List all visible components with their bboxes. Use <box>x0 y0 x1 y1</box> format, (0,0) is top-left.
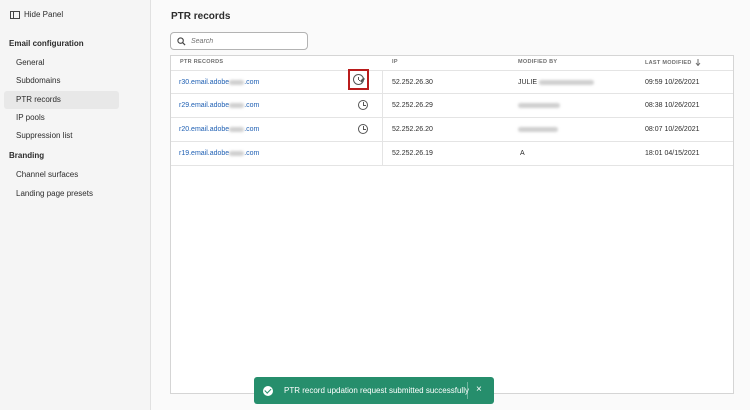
hide-panel-label: Hide Panel <box>24 10 64 19</box>
redacted-text <box>518 126 558 132</box>
modified-by-value: A <box>520 150 525 157</box>
sidebar-item-channel-surfaces[interactable]: Channel surfaces <box>4 166 119 184</box>
search-input[interactable] <box>191 37 301 45</box>
table-row[interactable]: r19.email.adobe .com 52.252.26.19 A 18:01… <box>171 142 733 166</box>
sort-arrow-icon <box>695 59 701 66</box>
sidebar-item-landing-page-presets[interactable]: Landing page presets <box>4 185 119 203</box>
clock-icon[interactable] <box>358 124 368 134</box>
column-header-last-modified[interactable]: LAST MODIFIED <box>645 59 701 66</box>
sidebar-item-ptr-records[interactable]: PTR records <box>4 91 119 109</box>
ptr-records-table: PTR RECORDS IP MODIFIED BY LAST MODIFIED… <box>170 55 734 394</box>
last-modified-value: 18:01 04/15/2021 <box>645 150 700 157</box>
sidebar-item-suppression-list[interactable]: Suppression list <box>4 127 119 145</box>
redacted-text <box>229 150 245 156</box>
redacted-text <box>229 126 245 132</box>
column-header-ip[interactable]: IP <box>392 59 398 65</box>
toast-message: PTR record updation request submitted su… <box>284 386 469 395</box>
last-modified-value: 08:38 10/26/2021 <box>645 102 700 109</box>
search-icon <box>177 36 186 46</box>
ip-value: 52.252.26.19 <box>392 150 433 157</box>
ptr-record-link[interactable]: r20.email.adobe .com <box>179 118 259 142</box>
sidebar-item-general[interactable]: General <box>4 54 119 72</box>
modified-by-value <box>518 118 558 142</box>
last-modified-value: 08:07 10/26/2021 <box>645 126 700 133</box>
ptr-record-link[interactable]: r19.email.adobe .com <box>179 142 259 166</box>
redacted-text <box>229 79 245 85</box>
panel-icon <box>10 10 20 19</box>
column-header-modified-by[interactable]: MODIFIED BY <box>518 59 557 65</box>
ptr-record-link[interactable]: r30.email.adobe .com <box>179 71 259 95</box>
left-sidebar: Hide Panel Email configuration General S… <box>0 0 151 410</box>
sidebar-item-subdomains[interactable]: Subdomains <box>4 72 119 90</box>
modified-by-value <box>518 94 560 118</box>
table-row[interactable]: r20.email.adobe .com 52.252.26.20 08:07 1… <box>171 118 733 142</box>
section-email-configuration: Email configuration <box>9 39 84 48</box>
page-title: PTR records <box>171 11 231 22</box>
redacted-text <box>518 102 560 108</box>
check-circle-icon <box>263 385 273 396</box>
section-branding: Branding <box>9 151 45 160</box>
column-header-ptr-records[interactable]: PTR RECORDS <box>180 59 223 65</box>
main-content: PTR records PTR RECORDS IP MODIFIED BY L… <box>151 0 750 410</box>
ip-value: 52.252.26.29 <box>392 102 433 109</box>
clock-icon[interactable] <box>358 100 368 110</box>
success-toast: PTR record updation request submitted su… <box>254 377 494 404</box>
ptr-record-link[interactable]: r29.email.adobe .com <box>179 94 259 118</box>
table-row[interactable]: r29.email.adobe .com 52.252.26.29 08:38 1… <box>171 94 733 118</box>
last-modified-value: 09:59 10/26/2021 <box>645 79 700 86</box>
close-icon[interactable]: × <box>476 384 482 396</box>
redacted-text <box>539 79 595 85</box>
table-row[interactable]: r30.email.adobe .com 52.252.26.30 JULIE 0… <box>171 70 733 94</box>
ip-value: 52.252.26.30 <box>392 79 433 86</box>
sidebar-item-ip-pools[interactable]: IP pools <box>4 109 119 127</box>
search-field[interactable] <box>170 32 308 50</box>
modified-by-value: JULIE <box>518 71 595 95</box>
redacted-text <box>229 102 245 108</box>
hide-panel-button[interactable]: Hide Panel <box>10 10 63 19</box>
table-header: PTR RECORDS IP MODIFIED BY LAST MODIFIED <box>171 56 733 70</box>
ip-value: 52.252.26.20 <box>392 126 433 133</box>
edit-ptr-record-button[interactable] <box>348 69 369 90</box>
